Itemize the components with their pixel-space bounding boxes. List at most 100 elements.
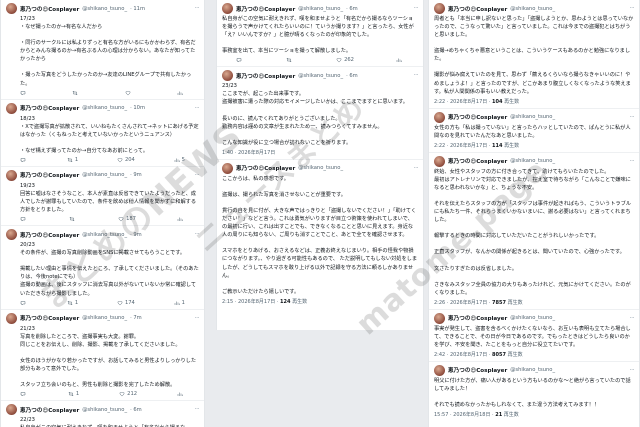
user-name[interactable]: 恵乃つの😍Cosplayer xyxy=(448,157,507,165)
user-handle[interactable]: @shikano_tsuno_ xyxy=(510,158,555,164)
avatar[interactable] xyxy=(434,111,445,123)
tweet-timestamp[interactable]: 1:40 · 2026年8月17日 xyxy=(222,150,275,156)
more-options-icon[interactable]: ··· xyxy=(195,5,200,12)
tweet[interactable]: 恵乃つの😍Cosplayer @shikano_tsuno_ ··· 終始、女性やスタ… xyxy=(429,153,639,310)
views-button[interactable]: 5 xyxy=(174,157,185,163)
tweet-time[interactable]: · 9m xyxy=(130,172,142,178)
tweet-time[interactable]: · 6m xyxy=(130,407,142,413)
tweet[interactable]: 恵乃つの😍Cosplayer @shikano_tsuno_ · 6m ··· 23/2… xyxy=(217,67,423,160)
tweet-time[interactable]: · 7m xyxy=(130,315,142,321)
views-button[interactable] xyxy=(396,57,404,63)
more-options-icon[interactable]: ··· xyxy=(414,165,419,172)
like-button[interactable]: 174 xyxy=(117,300,135,306)
more-options-icon[interactable]: ··· xyxy=(195,406,200,413)
user-handle[interactable]: @shikano_tsuno_ xyxy=(510,114,555,120)
repost-button[interactable]: 1 xyxy=(67,300,78,306)
user-handle[interactable]: @shikano_tsuno_ xyxy=(510,6,555,12)
views-button[interactable] xyxy=(177,391,185,397)
user-handle[interactable]: @shikano_tsuno_ xyxy=(82,315,127,321)
avatar[interactable] xyxy=(6,312,17,324)
tweet-timestamp[interactable]: 2:15 · 2026年8月17日 · xyxy=(222,299,280,305)
user-handle[interactable]: @shikano_tsuno_ xyxy=(82,407,127,413)
tweet-timestamp[interactable]: 15:57 · 2026年8月18日 · xyxy=(434,412,495,418)
like-button[interactable] xyxy=(125,90,133,96)
more-options-icon[interactable]: ··· xyxy=(630,158,635,165)
user-name[interactable]: 恵乃つの😍Cosplayer xyxy=(20,231,79,239)
more-options-icon[interactable]: ··· xyxy=(414,72,419,79)
user-handle[interactable]: @shikano_tsuno_ xyxy=(298,73,343,79)
avatar[interactable] xyxy=(434,312,445,324)
tweet[interactable]: 恵乃つの😍Cosplayer @shikano_tsuno_ · 6m ··· 22/2… xyxy=(1,401,204,427)
like-button[interactable]: 204 xyxy=(117,157,135,163)
avatar[interactable] xyxy=(222,70,233,82)
user-handle[interactable]: @shikano_tsuno_ xyxy=(82,6,127,12)
avatar[interactable] xyxy=(434,3,445,14)
tweet-time[interactable]: · 11m xyxy=(130,6,145,12)
like-button[interactable]: 212 xyxy=(119,391,137,397)
avatar[interactable] xyxy=(6,102,17,114)
avatar[interactable] xyxy=(222,162,233,174)
user-handle[interactable]: @shikano_tsuno_ xyxy=(82,172,127,178)
more-options-icon[interactable]: ··· xyxy=(195,231,200,238)
user-handle[interactable]: @shikano_tsuno_ xyxy=(82,105,127,111)
reply-button[interactable] xyxy=(20,157,28,163)
more-options-icon[interactable]: ··· xyxy=(414,5,419,12)
repost-button[interactable] xyxy=(69,216,77,222)
repost-button[interactable]: 1 xyxy=(68,391,79,397)
tweet[interactable]: 恵乃つの😍Cosplayer @shikano_tsuno_ ··· 周者とも「本当に… xyxy=(429,0,639,109)
user-name[interactable]: 恵乃つの😍Cosplayer xyxy=(448,366,507,374)
views-button[interactable] xyxy=(177,216,185,222)
tweet-timestamp[interactable]: 2:26 · 2026年8月17日 · xyxy=(434,300,492,306)
like-button[interactable]: 187 xyxy=(118,216,136,222)
reply-button[interactable] xyxy=(236,57,244,63)
reply-button[interactable] xyxy=(20,300,28,306)
tweet[interactable]: 恵乃つの😍Cosplayer @shikano_tsuno_ ··· 事実が発生して、… xyxy=(429,310,639,362)
user-name[interactable]: 恵乃つの😍Cosplayer xyxy=(20,104,79,112)
more-options-icon[interactable]: ··· xyxy=(195,105,200,112)
tweet-timestamp[interactable]: 2:22 · 2026年8月17日 · xyxy=(434,99,492,105)
reply-button[interactable] xyxy=(20,216,28,222)
tweet-time[interactable]: · 6m xyxy=(346,6,358,12)
tweet[interactable]: 恵乃つの😍Cosplayer @shikano_tsuno_ · 9m ··· 19/2… xyxy=(1,167,204,227)
user-name[interactable]: 恵乃つの😍Cosplayer xyxy=(20,171,79,179)
repost-button[interactable] xyxy=(286,57,294,63)
user-name[interactable]: 恵乃つの😍Cosplayer xyxy=(236,164,295,172)
tweet[interactable]: 恵乃つの😍Cosplayer @shikano_tsuno_ · 6m ··· 私自身が… xyxy=(217,0,423,68)
repost-button[interactable]: 1 xyxy=(67,157,78,163)
more-options-icon[interactable]: ··· xyxy=(630,367,635,374)
user-name[interactable]: 恵乃つの😍Cosplayer xyxy=(20,5,79,13)
user-handle[interactable]: @shikano_tsuno_ xyxy=(510,367,555,373)
user-name[interactable]: 恵乃つの😍Cosplayer xyxy=(20,314,79,322)
avatar[interactable] xyxy=(6,169,17,181)
avatar[interactable] xyxy=(434,364,445,376)
tweet-timestamp[interactable]: 2:22 · 2026年8月17日 · xyxy=(434,143,492,149)
user-name[interactable]: 恵乃つの😍Cosplayer xyxy=(236,72,295,80)
user-handle[interactable]: @shikano_tsuno_ xyxy=(298,6,343,12)
avatar[interactable] xyxy=(6,3,17,14)
tweet-time[interactable]: · 6m xyxy=(346,73,358,79)
more-options-icon[interactable]: ··· xyxy=(630,315,635,322)
user-name[interactable]: 恵乃つの😍Cosplayer xyxy=(448,5,507,13)
like-button[interactable]: 262 xyxy=(336,57,354,63)
more-options-icon[interactable]: ··· xyxy=(195,172,200,179)
user-name[interactable]: 恵乃つの😍Cosplayer xyxy=(448,314,507,322)
user-name[interactable]: 恵乃つの😍Cosplayer xyxy=(236,5,295,13)
user-handle[interactable]: @shikano_tsuno_ xyxy=(82,232,127,238)
avatar[interactable] xyxy=(434,155,445,167)
reply-button[interactable] xyxy=(20,391,28,397)
tweet[interactable]: 恵乃つの😍Cosplayer @shikano_tsuno_ · 10m ··· 18/… xyxy=(1,100,204,167)
tweet[interactable]: 恵乃つの😍Cosplayer @shikano_tsuno_ ··· 明父に付けた方が… xyxy=(429,362,639,421)
user-name[interactable]: 恵乃つの😍Cosplayer xyxy=(448,113,507,121)
repost-button[interactable] xyxy=(72,90,80,96)
tweet[interactable]: 恵乃つの😍Cosplayer @shikano_tsuno_ ··· 女性の方も「私は… xyxy=(429,109,639,153)
tweet[interactable]: 恵乃つの😍Cosplayer @shikano_tsuno_ · 11m ··· 17/… xyxy=(1,0,204,100)
user-name[interactable]: 恵乃つの😍Cosplayer xyxy=(20,406,79,414)
views-button[interactable] xyxy=(177,90,185,96)
avatar[interactable] xyxy=(6,229,17,241)
tweet-time[interactable]: · 9m xyxy=(130,232,142,238)
tweet[interactable]: 恵乃つの😍Cosplayer @shikano_tsuno_ · 9m ··· 20/2… xyxy=(1,226,204,310)
reply-button[interactable] xyxy=(20,90,28,96)
views-button[interactable]: 1 xyxy=(174,300,185,306)
tweet[interactable]: 恵乃つの😍Cosplayer @shikano_tsuno_ · 7m ··· 21/2… xyxy=(1,310,204,402)
avatar[interactable] xyxy=(6,404,17,416)
